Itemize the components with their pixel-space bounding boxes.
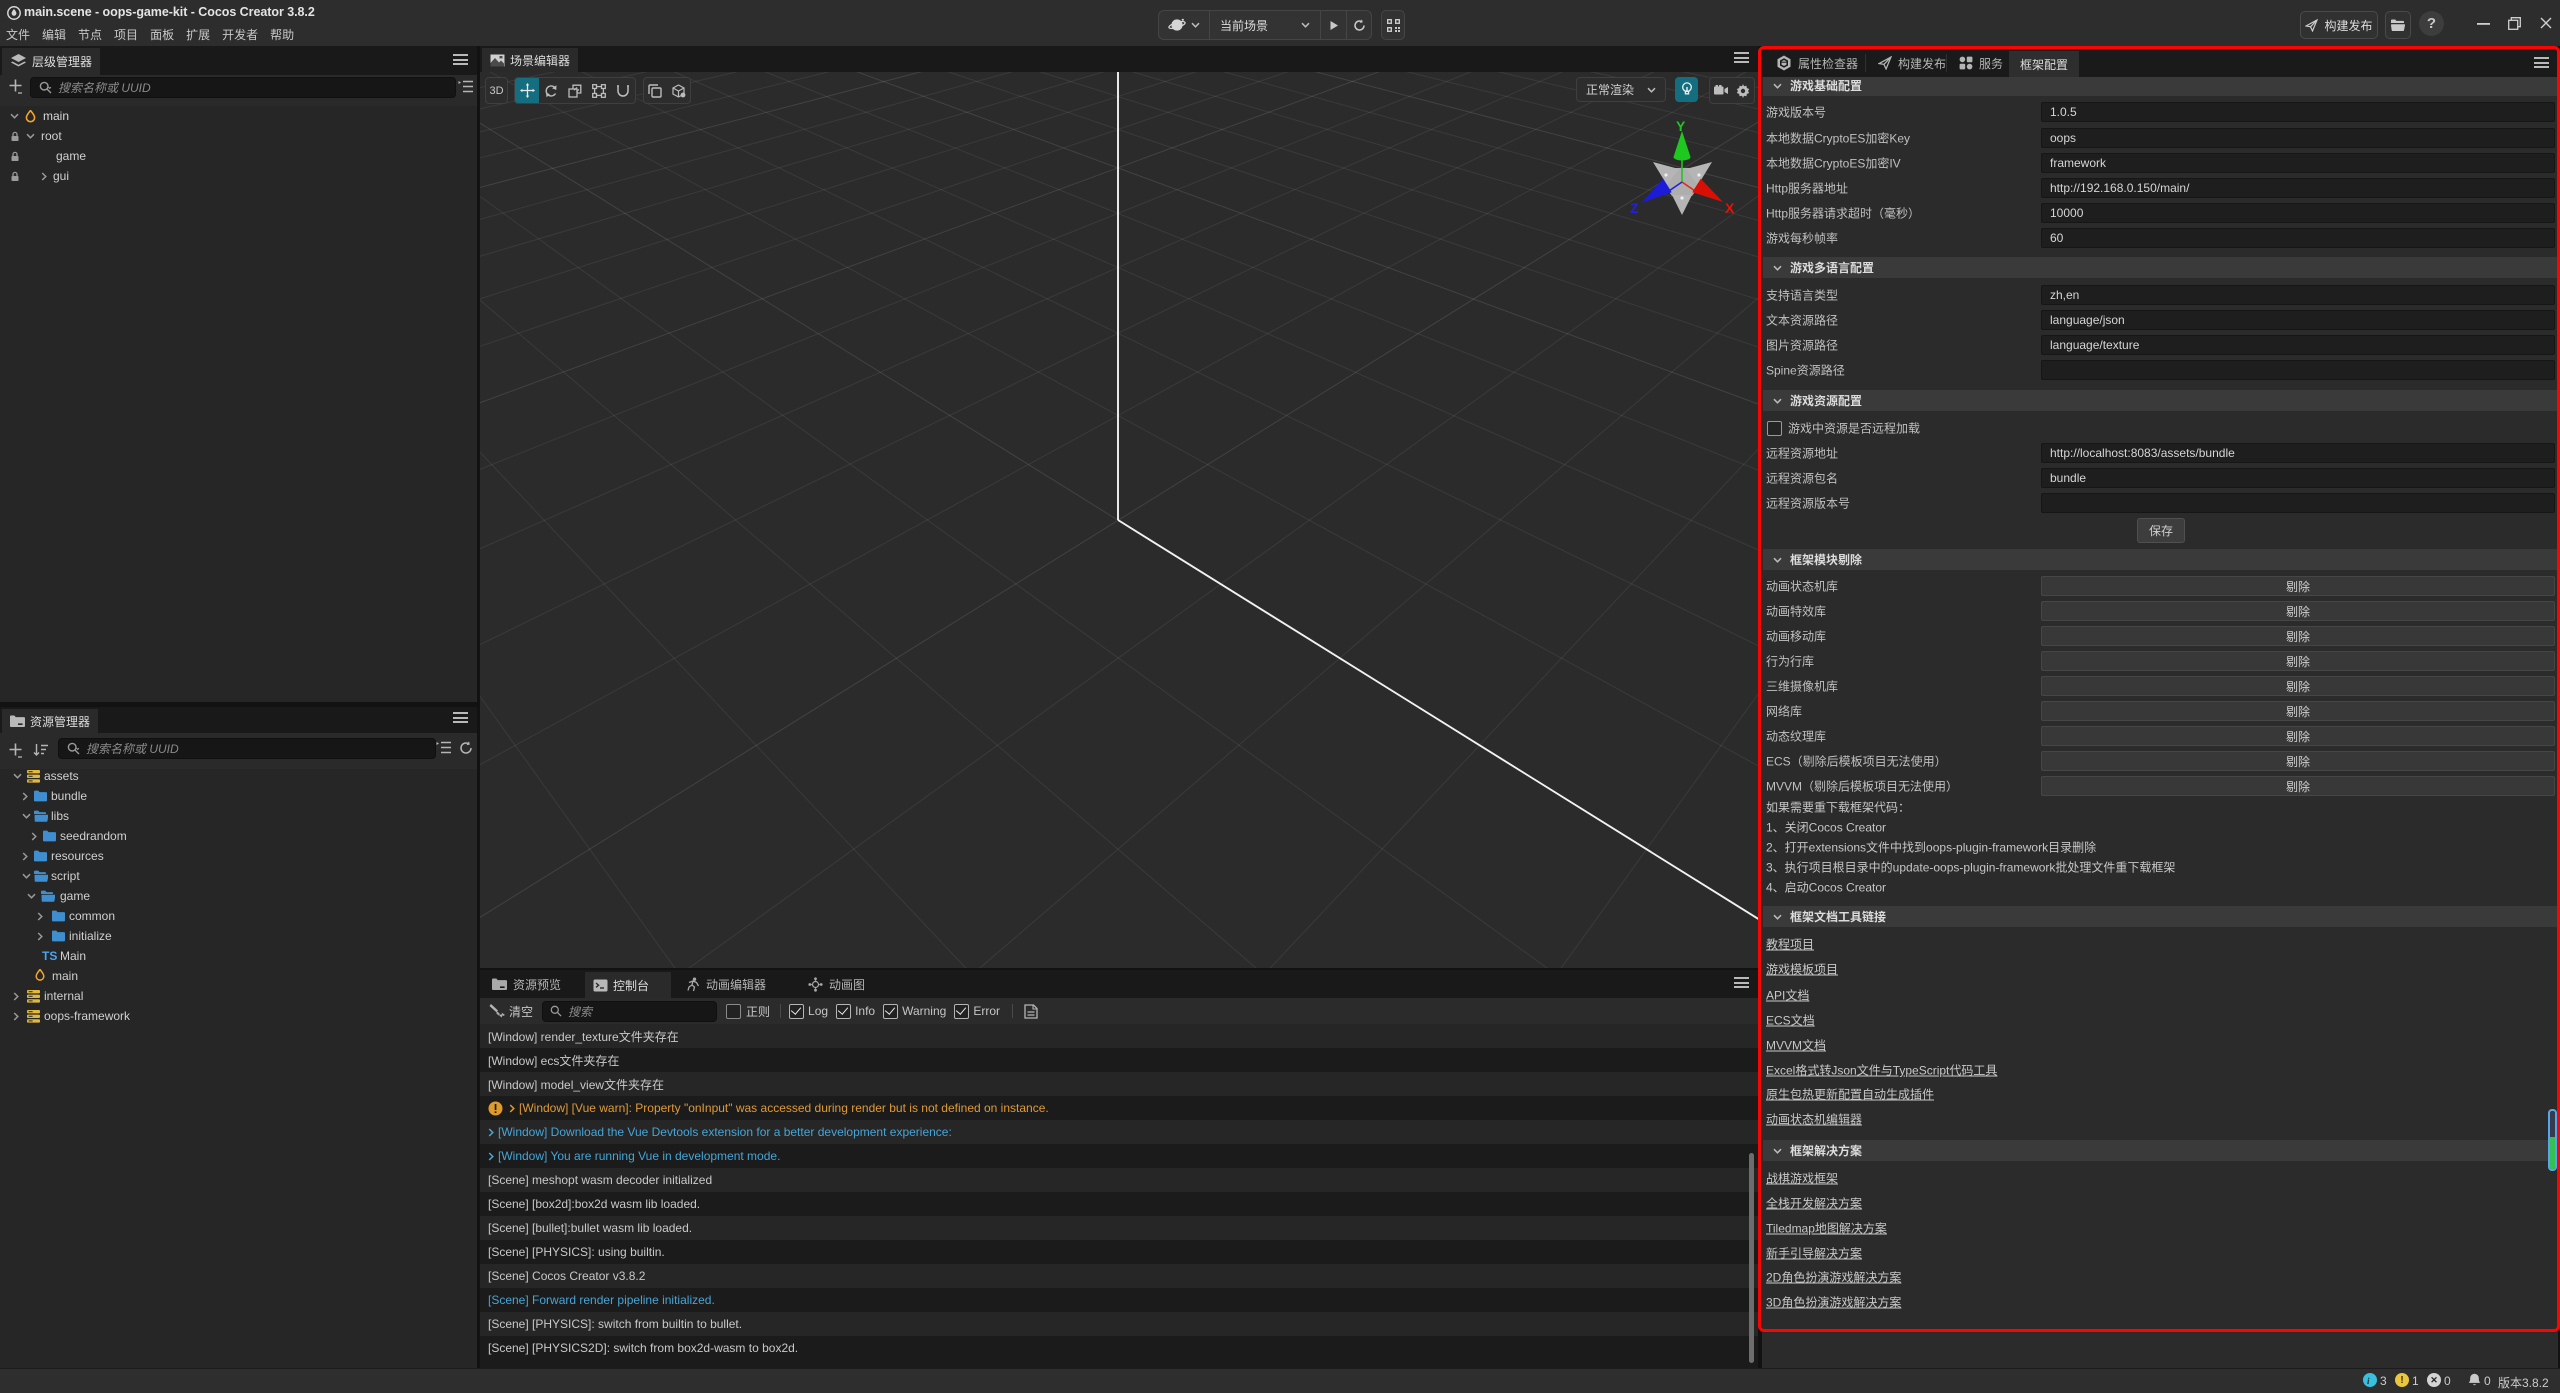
svg-text:Y: Y — [1676, 118, 1686, 134]
svg-text:X: X — [1725, 200, 1735, 216]
svg-text:i: i — [2367, 1376, 2370, 1385]
svg-text:Z: Z — [1630, 200, 1639, 216]
